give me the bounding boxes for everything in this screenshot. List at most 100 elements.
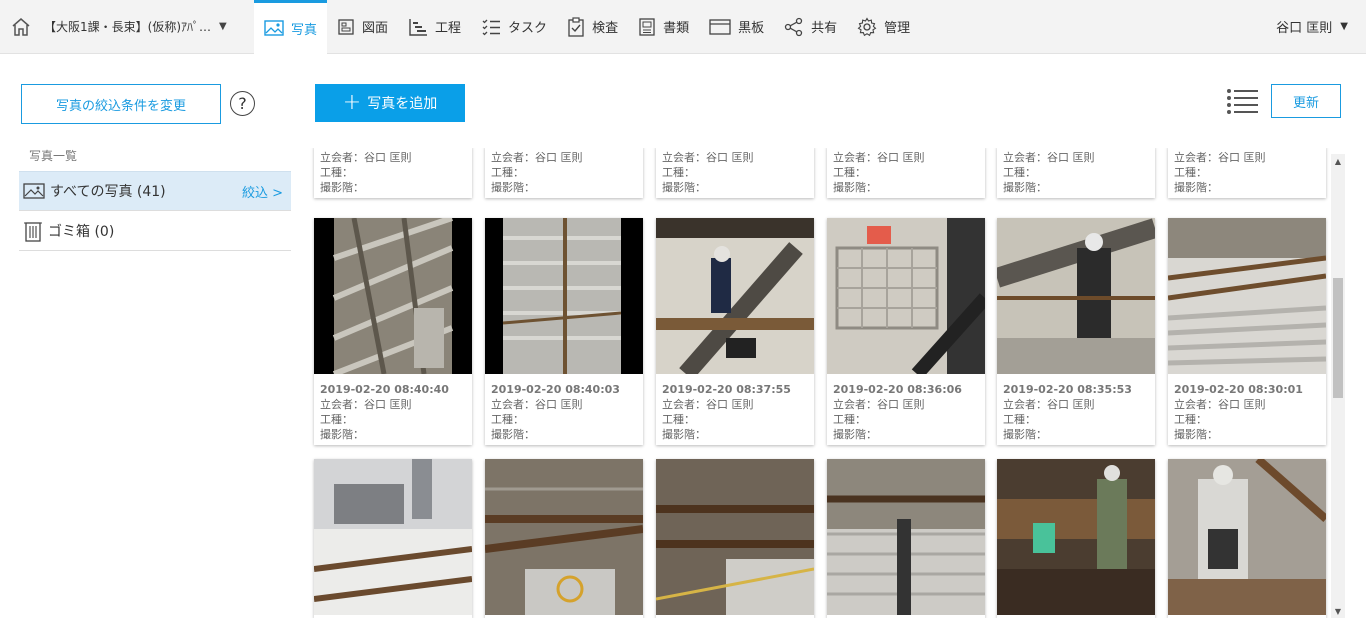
add-photo-button[interactable]: + 写真を追加 [315, 84, 465, 122]
photo-date: 2019-02-20 08:36:06 [833, 383, 962, 396]
photo-card[interactable]: 2019-02-20 08:40:03 立会者：谷口 匡則 工種： 撮影階： [485, 218, 643, 445]
user-name: 谷口 匡則 [1276, 21, 1333, 36]
photo-card[interactable]: 立会者：谷口 匡則 工種： 撮影階： [827, 148, 985, 198]
work-type-text: 工種： [320, 166, 353, 179]
photo-card[interactable]: 立会者：谷口 匡則 工種： 撮影階： [314, 148, 472, 198]
tab-label: 管理 [884, 21, 911, 36]
photo-card[interactable]: 2019-02-20 08:30:01 立会者：谷口 匡則 工種： 撮影階： [1167, 218, 1327, 445]
work-type-text: 工種： [833, 166, 866, 179]
section-title: 写真一覧 [29, 149, 78, 163]
photo-thumbnail[interactable] [313, 459, 473, 615]
add-photo-label: 写真を追加 [367, 96, 438, 112]
photo-meta: 2019-02-20 08:40:03 立会者：谷口 匡則 工種： 撮影階： [485, 378, 643, 445]
tab-tasks[interactable]: タスク [471, 0, 557, 54]
refresh-button[interactable]: 更新 [1271, 84, 1341, 118]
chevron-down-icon: ▼ [219, 21, 227, 32]
photo-card[interactable] [655, 459, 815, 618]
work-type-text: 工種： [320, 413, 353, 426]
tab-drawings[interactable]: 図面 [327, 0, 398, 54]
tab-label: 工程 [435, 21, 462, 36]
floor-text: 撮影階： [833, 181, 877, 194]
sidebar-item-trash[interactable]: ゴミ箱 (0) [19, 211, 291, 251]
tab-schedule[interactable]: 工程 [398, 0, 471, 54]
photo-meta: 立会者：谷口 匡則 工種： 撮影階： [997, 148, 1155, 198]
tab-photos[interactable]: 写真 [254, 0, 328, 54]
tab-label: タスク [508, 21, 548, 36]
witness-text: 立会者：谷口 匡則 [320, 398, 412, 411]
photo-card[interactable]: 2019-02-20 08:36:06 立会者：谷口 匡則 工種： 撮影階： [827, 218, 991, 445]
narrow-down-link[interactable]: 絞込 > [242, 182, 283, 201]
photo-thumbnail[interactable] [1167, 218, 1327, 374]
photo-thumbnail[interactable] [655, 459, 815, 615]
photo-date: 2019-02-20 08:40:03 [491, 383, 620, 396]
witness-text: 立会者：谷口 匡則 [1003, 151, 1095, 164]
photo-thumbnail[interactable] [827, 459, 985, 615]
tab-label: 黒板 [738, 21, 765, 36]
scrollbar[interactable]: ▲ ▼ [1331, 154, 1345, 618]
floor-text: 撮影階： [662, 428, 706, 441]
tab-label: 書類 [663, 21, 690, 36]
work-type-text: 工種： [1174, 166, 1207, 179]
witness-text: 立会者：谷口 匡則 [320, 151, 412, 164]
photo-meta: 2019-02-20 08:35:53 立会者：谷口 匡則 工種： 撮影階： [997, 378, 1155, 445]
photo-thumbnail[interactable] [485, 218, 643, 374]
floor-text: 撮影階： [320, 181, 364, 194]
sidebar-item-label: ゴミ箱 (0) [48, 223, 115, 240]
project-selector[interactable]: 【大阪1課・長束】(仮称)ｱﾊﾟ… ▼ [42, 0, 254, 54]
witness-text: 立会者：谷口 匡則 [833, 151, 925, 164]
photo-thumbnail[interactable] [993, 218, 1159, 374]
photo-card[interactable] [484, 459, 644, 618]
photo-meta: 立会者：谷口 匡則 工種： 撮影階： [1168, 148, 1326, 198]
home-button[interactable] [0, 0, 42, 54]
photo-thumbnail[interactable] [1168, 456, 1329, 615]
document-icon [639, 17, 655, 36]
work-type-text: 工種： [1003, 413, 1036, 426]
tab-label: 写真 [291, 22, 318, 38]
scroll-up-icon[interactable]: ▲ [1331, 154, 1345, 168]
drawing-icon [338, 18, 354, 35]
photo-card[interactable]: 2019-02-20 08:35:53 立会者：谷口 匡則 工種： 撮影階： [993, 218, 1159, 445]
image-icon [23, 183, 45, 199]
photo-card[interactable]: 2019-02-20 08:37:55 立会者：谷口 匡則 工種： 撮影階： [656, 218, 814, 445]
floor-text: 撮影階： [1174, 428, 1218, 441]
work-type-text: 工種： [491, 413, 524, 426]
tab-admin[interactable]: 管理 [847, 0, 920, 54]
tab-blackboard[interactable]: 黒板 [699, 0, 774, 54]
help-icon[interactable]: ? [230, 91, 255, 116]
photo-meta: 2019-02-20 08:30:01 立会者：谷口 匡則 工種： 撮影階： [1168, 378, 1326, 445]
photo-thumbnail[interactable] [656, 218, 814, 380]
plus-icon: + [342, 90, 362, 115]
floor-text: 撮影階： [320, 428, 364, 441]
photo-card[interactable] [997, 459, 1155, 618]
photo-card[interactable] [1168, 456, 1329, 618]
change-filter-button[interactable]: 写真の絞込条件を変更 [21, 84, 221, 124]
photo-card[interactable] [313, 459, 473, 618]
tab-documents[interactable]: 書類 [628, 0, 699, 54]
photo-card[interactable] [827, 459, 985, 618]
photo-card[interactable]: 2019-02-20 08:40:40 立会者：谷口 匡則 工種： 撮影階： [314, 215, 472, 445]
scroll-down-icon[interactable]: ▼ [1331, 604, 1345, 618]
photo-thumbnail[interactable] [314, 215, 472, 377]
user-menu[interactable]: 谷口 匡則 ▼ [1276, 17, 1348, 36]
witness-text: 立会者：谷口 匡則 [662, 398, 754, 411]
photo-date: 2019-02-20 08:35:53 [1003, 383, 1132, 396]
photo-card[interactable]: 立会者：谷口 匡則 工種： 撮影階： [997, 148, 1155, 198]
photo-date: 2019-02-20 08:30:01 [1174, 383, 1303, 396]
list-view-icon[interactable] [1226, 88, 1258, 114]
tab-share[interactable]: 共有 [774, 0, 847, 54]
photo-card[interactable]: 立会者：谷口 匡則 工種： 撮影階： [1168, 148, 1326, 198]
photo-thumbnail[interactable] [484, 459, 644, 615]
project-name: 【大阪1課・長束】(仮称)ｱﾊﾟ… [44, 20, 211, 34]
photo-card[interactable]: 立会者：谷口 匡則 工種： 撮影階： [656, 148, 814, 198]
witness-text: 立会者：谷口 匡則 [491, 151, 583, 164]
photo-card[interactable]: 立会者：谷口 匡則 工種： 撮影階： [485, 148, 643, 198]
sidebar-item-all-photos[interactable]: すべての写真 (41) 絞込 > [19, 171, 291, 211]
witness-text: 立会者：谷口 匡則 [662, 151, 754, 164]
floor-text: 撮影階： [1003, 428, 1047, 441]
scrollbar-thumb[interactable] [1333, 278, 1343, 398]
photo-thumbnail[interactable] [997, 459, 1155, 615]
witness-text: 立会者：谷口 匡則 [1174, 398, 1266, 411]
home-icon [12, 17, 30, 36]
tab-inspection[interactable]: 検査 [557, 0, 628, 54]
photo-thumbnail[interactable] [827, 218, 991, 379]
